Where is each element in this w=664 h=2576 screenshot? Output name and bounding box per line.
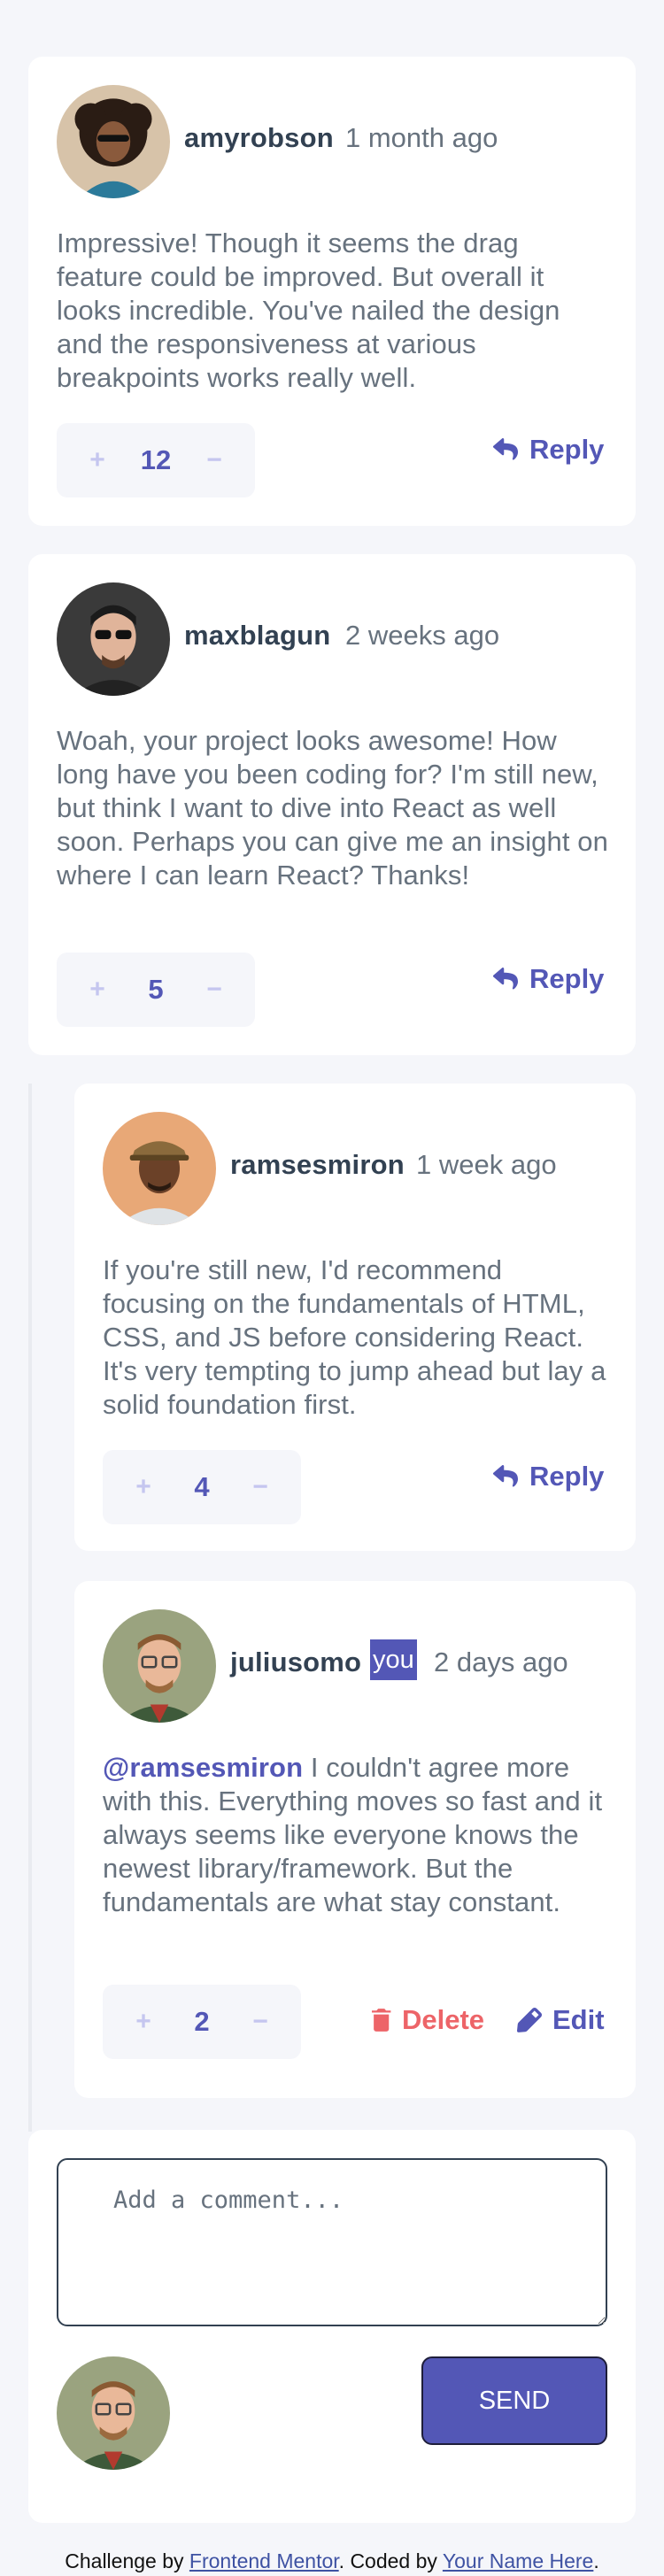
frontend-mentor-link[interactable]: Frontend Mentor xyxy=(189,2549,339,2572)
reply-icon xyxy=(493,968,518,990)
reply-thread-line xyxy=(28,1084,32,2132)
footer-prefix: Challenge by xyxy=(65,2549,189,2572)
footer-suffix: . xyxy=(593,2549,599,2572)
username: amyrobson xyxy=(184,122,334,153)
username: juliusomo xyxy=(230,1647,362,1677)
reply-card: ramsesmiron 1 week ago If you're still n… xyxy=(74,1084,636,1551)
trash-icon xyxy=(372,2009,391,2032)
attribution-footer: Challenge by Frontend Mentor. Coded by Y… xyxy=(0,2549,664,2573)
downvote-button[interactable]: − xyxy=(188,953,241,1027)
score-control: + 2 − xyxy=(103,1985,301,2059)
reply-button[interactable]: Reply xyxy=(492,963,604,995)
pencil-icon xyxy=(517,2008,542,2032)
downvote-button[interactable]: − xyxy=(234,1985,287,2059)
comment-text: If you're still new, I'd recommend focus… xyxy=(103,1254,606,1420)
username: ramsesmiron xyxy=(230,1149,405,1180)
avatar xyxy=(103,1112,216,1225)
timestamp: 1 week ago xyxy=(416,1149,557,1180)
delete-label: Delete xyxy=(402,2004,485,2035)
you-badge: you xyxy=(370,1639,417,1680)
timestamp: 1 month ago xyxy=(345,122,498,153)
score-control: + 5 − xyxy=(57,953,255,1027)
comment-card: amyrobson 1 month ago Impressive! Though… xyxy=(28,57,636,526)
edit-button[interactable]: Edit xyxy=(517,2004,605,2036)
reply-label: Reply xyxy=(529,1461,605,1492)
avatar xyxy=(57,582,170,696)
username: maxblagun xyxy=(184,620,331,651)
avatar xyxy=(57,85,170,198)
reply-label: Reply xyxy=(529,434,605,465)
mention-link[interactable]: @ramsesmiron xyxy=(103,1752,303,1783)
avatar-ramsesmiron-icon xyxy=(103,1112,216,1225)
reply-button[interactable]: Reply xyxy=(492,1461,604,1492)
author-link[interactable]: Your Name Here xyxy=(443,2549,593,2572)
avatar-maxblagun-icon xyxy=(57,582,170,696)
reply-button[interactable]: Reply xyxy=(492,434,604,466)
timestamp: 2 days ago xyxy=(434,1647,568,1677)
comment-card: maxblagun 2 weeks ago Woah, your project… xyxy=(28,554,636,1055)
edit-label: Edit xyxy=(552,2004,605,2035)
avatar-amyrobson-icon xyxy=(57,85,170,198)
comment-textarea[interactable] xyxy=(57,2158,607,2326)
timestamp: 2 weeks ago xyxy=(345,620,500,651)
current-user-avatar xyxy=(57,2356,170,2470)
comment-text: @ramsesmiron I couldn't agree more with … xyxy=(103,1751,611,1919)
score-control: + 12 − xyxy=(57,423,255,497)
downvote-button[interactable]: − xyxy=(234,1450,287,1524)
avatar-juliusomo-icon xyxy=(103,1609,216,1723)
reply-icon xyxy=(493,438,518,460)
comment-text: Impressive! Though it seems the drag fea… xyxy=(57,228,560,393)
send-button[interactable]: SEND xyxy=(421,2356,607,2445)
reply-card: juliusomo you 2 days ago @ramsesmiron I … xyxy=(74,1581,636,2098)
reply-label: Reply xyxy=(529,963,605,994)
avatar-current-user-icon xyxy=(57,2356,170,2470)
delete-button[interactable]: Delete xyxy=(372,2004,484,2036)
footer-middle: . Coded by xyxy=(338,2549,443,2572)
downvote-button[interactable]: − xyxy=(188,423,241,497)
score-control: + 4 − xyxy=(103,1450,301,1524)
comment-text: Woah, your project looks awesome! How lo… xyxy=(57,725,608,891)
avatar xyxy=(103,1609,216,1723)
reply-icon xyxy=(493,1465,518,1487)
